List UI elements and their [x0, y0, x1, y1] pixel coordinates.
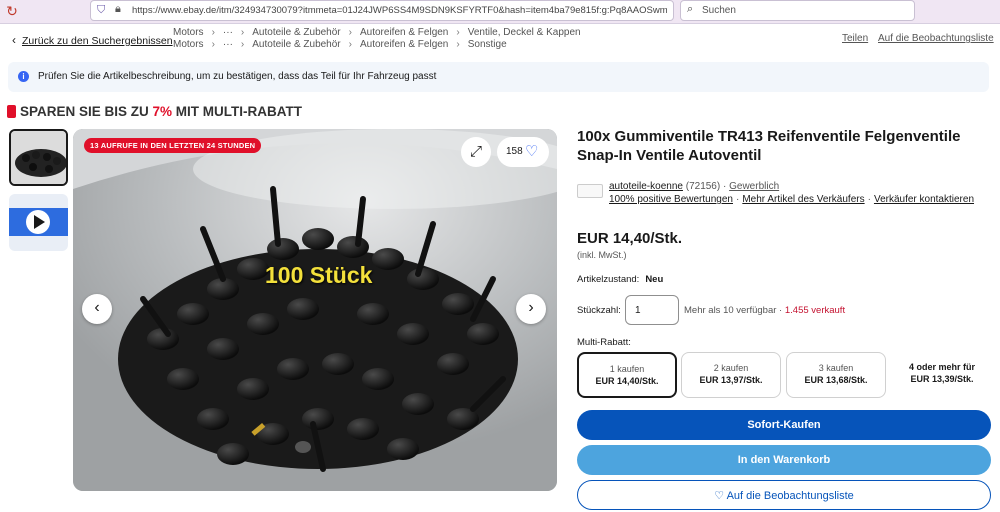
- discount-tier-2[interactable]: 2 kaufen EUR 13,97/Stk.: [681, 352, 781, 398]
- url-text: https://www.ebay.de/itm/324934730079?itm…: [132, 5, 667, 16]
- next-image-button[interactable]: ›: [516, 294, 546, 324]
- info-banner: i Prüfen Sie die Artikelbeschreibung, um…: [8, 62, 989, 92]
- seller-feedback-count: (72156): [685, 181, 721, 192]
- seller-links: 100% positive Bewertungen · Mehr Artikel d…: [609, 194, 974, 205]
- tier-price: EUR 13,68/Stk.: [804, 375, 868, 385]
- chevron-right-icon: ›: [456, 27, 460, 38]
- chevron-right-icon: ›: [456, 39, 460, 50]
- discount-tier-1[interactable]: 1 kaufen EUR 14,40/Stk.: [577, 352, 677, 398]
- separator: ·: [867, 194, 871, 205]
- breadcrumb: Motors › ··· › Autoteile & Zubehör › Autoreife…: [173, 27, 581, 38]
- views-badge: 13 AUFRUFE IN DEN LETZTEN 24 STUNDEN: [84, 138, 262, 153]
- breadcrumb-ellipsis[interactable]: ···: [223, 39, 233, 50]
- watch-count-button[interactable]: 158 ♡: [497, 137, 549, 167]
- seller-name-link[interactable]: autoteile-koenne: [609, 181, 683, 192]
- discount-tier-3[interactable]: 3 kaufen EUR 13,68/Stk.: [786, 352, 886, 398]
- heart-icon: ♡: [714, 490, 725, 502]
- thumbnail-video[interactable]: [9, 194, 68, 251]
- lock-icon: 🔒︎: [115, 3, 121, 15]
- browser-search-input[interactable]: ⌕ Suchen: [680, 0, 915, 21]
- add-to-cart-button[interactable]: In den Warenkorb: [577, 445, 991, 475]
- chevron-right-icon: ›: [211, 27, 215, 38]
- tier-quantity: 4 oder mehr für: [908, 362, 975, 372]
- breadcrumb-item[interactable]: Sonstige: [468, 39, 507, 50]
- product-title: 100x Gummiventile TR413 Reifenventile Fe…: [577, 128, 961, 164]
- banner-text: Prüfen Sie die Artikelbeschreibung, um z…: [38, 71, 437, 82]
- chevron-right-icon: ›: [211, 39, 215, 50]
- positive-feedback-link[interactable]: 100% positive Bewertungen: [609, 194, 733, 205]
- seller-info: autoteile-koenne (72156) · Gewerblich: [609, 181, 779, 192]
- back-to-results-link[interactable]: ‹ Zurück zu den Suchergebnissen: [12, 33, 173, 47]
- separator: ·: [722, 181, 727, 192]
- shield-icon: ⛉: [97, 4, 106, 16]
- vat-note: (inkl. MwSt.): [577, 250, 627, 260]
- heart-icon: ♡: [525, 143, 539, 160]
- breadcrumb-item[interactable]: Autoteile & Zubehör: [252, 27, 340, 38]
- promo-percent: 7%: [152, 104, 173, 119]
- chevron-right-icon: ›: [348, 39, 352, 50]
- search-placeholder: Suchen: [702, 5, 736, 16]
- condition: Artikelzustand: Neu: [577, 274, 663, 285]
- tier-quantity: 1 kaufen: [609, 364, 645, 374]
- tier-price: EUR 13,97/Stk.: [699, 375, 763, 385]
- image-overlay-text: 100 Stück: [265, 262, 373, 288]
- main-product-image[interactable]: [73, 129, 557, 491]
- discount-tier-4[interactable]: 4 oder mehr für EUR 13,39/Stk.: [892, 352, 992, 398]
- more-items-link[interactable]: Mehr Artikel des Verkäufers: [742, 194, 864, 205]
- breadcrumb-item[interactable]: Motors: [173, 39, 204, 50]
- search-icon: ⌕: [687, 3, 694, 15]
- breadcrumb-item[interactable]: Autoteile & Zubehör: [252, 39, 340, 50]
- chevron-right-icon: ›: [348, 27, 352, 38]
- multi-discount-label: Multi-Rabatt:: [577, 337, 631, 348]
- tier-price: EUR 14,40/Stk.: [595, 376, 659, 386]
- price: EUR 14,40/Stk.: [577, 230, 683, 247]
- previous-image-button[interactable]: ‹: [82, 294, 112, 324]
- breadcrumb-item[interactable]: Motors: [173, 27, 204, 38]
- multi-discount-promo: SPAREN SIE BIS ZU 7% MIT MULTI-RABATT: [7, 104, 302, 119]
- info-icon: i: [18, 71, 29, 82]
- breadcrumb-item[interactable]: Autoreifen & Felgen: [360, 27, 448, 38]
- thumbnail-image-1[interactable]: [9, 129, 68, 186]
- separator: ·: [735, 194, 740, 205]
- breadcrumb-item[interactable]: Ventile, Deckel & Kappen: [468, 27, 581, 38]
- availability: Mehr als 10 verfügbar · 1.455 verkauft: [684, 305, 846, 316]
- chevron-right-icon: ›: [240, 27, 245, 38]
- chevron-right-icon: ›: [240, 39, 245, 50]
- price-tag-icon: [7, 105, 16, 118]
- watch-count: 158: [506, 146, 523, 157]
- availability-text: Mehr als 10 verfügbar: [684, 305, 777, 316]
- seller-logo: [577, 184, 603, 198]
- reload-icon[interactable]: ↻: [2, 2, 22, 20]
- watchlist-button-label: Auf die Beobachtungsliste: [726, 490, 854, 502]
- contact-seller-link[interactable]: Verkäufer kontaktieren: [874, 194, 974, 205]
- breadcrumb-item[interactable]: Autoreifen & Felgen: [360, 39, 448, 50]
- add-to-watchlist-button[interactable]: ♡ Auf die Beobachtungsliste: [577, 480, 991, 510]
- condition-value: Neu: [645, 274, 664, 285]
- promo-suffix: MIT MULTI-RABATT: [172, 104, 303, 119]
- quantity-label: Stückzahl:: [577, 305, 621, 316]
- watchlist-link[interactable]: Auf die Beobachtungsliste: [878, 33, 994, 44]
- address-bar[interactable]: ⛉ 🔒︎ https://www.ebay.de/itm/32493473007…: [90, 0, 674, 21]
- condition-label: Artikelzustand:: [577, 274, 640, 285]
- breadcrumb-ellipsis[interactable]: ···: [223, 27, 233, 38]
- sold-count: 1.455 verkauft: [784, 305, 846, 316]
- back-label[interactable]: Zurück zu den Suchergebnissen: [22, 35, 173, 47]
- quantity-input[interactable]: 1: [625, 295, 679, 325]
- seller-type-link[interactable]: Gewerblich: [729, 181, 779, 192]
- tier-price: EUR 13,39/Stk.: [910, 374, 974, 384]
- promo-prefix: SPAREN SIE BIS ZU: [20, 104, 153, 119]
- tier-quantity: 2 kaufen: [713, 363, 749, 373]
- expand-icon[interactable]: ⤢: [461, 137, 491, 167]
- share-link[interactable]: Teilen: [842, 33, 868, 44]
- breadcrumb: Motors › ··· › Autoteile & Zubehör › Autoreife…: [173, 39, 507, 50]
- chevron-left-icon: ‹: [12, 33, 16, 47]
- buy-now-button[interactable]: Sofort-Kaufen: [577, 410, 991, 440]
- tier-quantity: 3 kaufen: [818, 363, 854, 373]
